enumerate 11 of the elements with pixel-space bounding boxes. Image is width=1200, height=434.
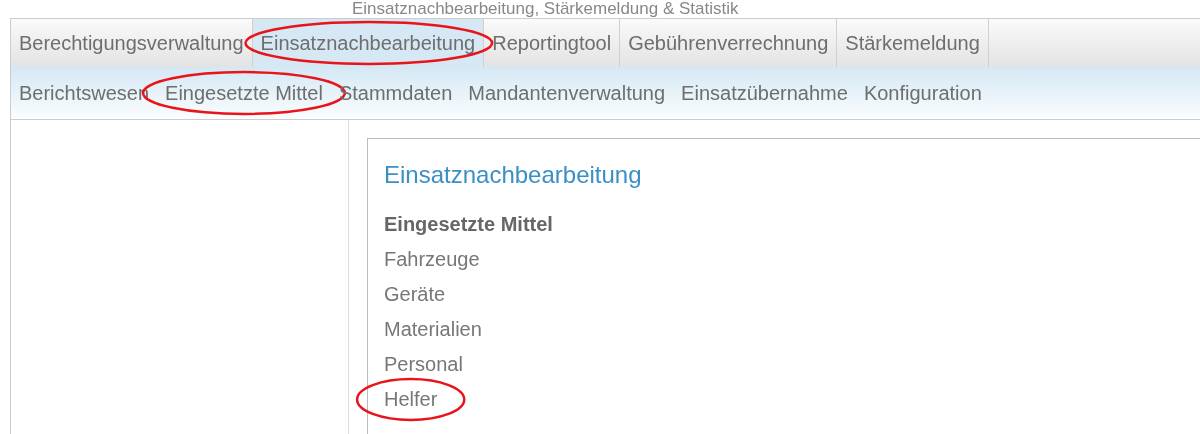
sub-nav-link[interactable]: Einsatzübernahme — [673, 67, 856, 119]
menu-link[interactable]: Geräte — [384, 277, 446, 312]
sub-nav-link[interactable]: Eingesetzte Mittel — [157, 67, 331, 119]
page-title: Einsatznachbearbeitung, Stärkemeldung & Statistik — [351, 0, 740, 18]
panel-title: Einsatznachbearbeitung — [384, 161, 643, 189]
menu-link[interactable]: Materialien — [384, 312, 482, 347]
section-heading: Eingesetzte Mittel — [384, 212, 554, 237]
sub-nav-link[interactable]: Konfiguration — [855, 67, 990, 119]
menu-link[interactable]: Personal — [384, 347, 463, 382]
sub-nav-link[interactable]: Mandantenverwaltung — [460, 67, 674, 119]
menu-link[interactable]: Fahrzeuge — [384, 242, 480, 277]
